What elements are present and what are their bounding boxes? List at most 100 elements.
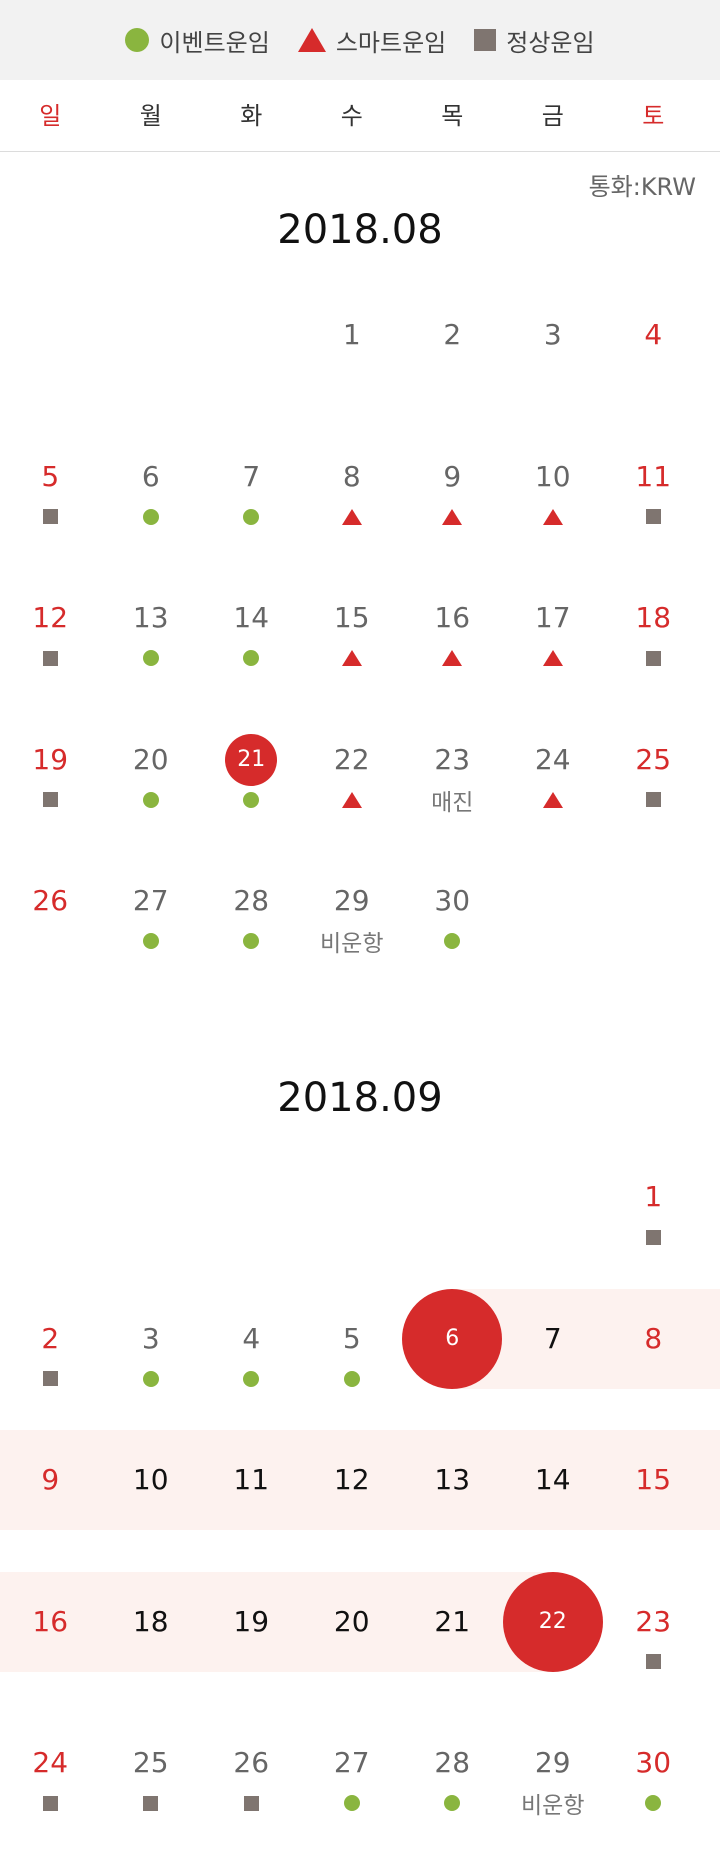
calendar-day[interactable]: 7 <box>503 1319 604 1419</box>
calendar-day[interactable]: 20 <box>302 1602 403 1702</box>
day-fare-indicator <box>302 355 403 395</box>
calendar-day[interactable]: 30 <box>402 881 503 981</box>
day-number: 14 <box>233 601 270 634</box>
event-fare-dot-icon <box>645 1795 662 1811</box>
calendar-day[interactable]: 25 <box>603 740 704 840</box>
calendar-day[interactable]: 24 <box>0 1743 101 1843</box>
calendar-day[interactable]: 17 <box>503 598 604 698</box>
day-number: 18 <box>132 1604 169 1638</box>
calendar-day[interactable]: 3 <box>101 1319 202 1419</box>
calendar-day[interactable]: 1 <box>302 315 403 415</box>
calendar-day[interactable]: 1 <box>603 1177 704 1277</box>
calendar-day[interactable]: 23 <box>603 1602 704 1702</box>
calendar-day[interactable]: 10 <box>503 457 604 557</box>
calendar-day[interactable]: 15 <box>302 598 403 698</box>
calendar-day[interactable]: 18 <box>603 598 704 698</box>
day-number: 4 <box>644 318 663 351</box>
calendar-day[interactable]: 21 <box>402 1602 503 1702</box>
day-number: 30 <box>635 1746 672 1779</box>
day-number: 27 <box>333 1746 370 1779</box>
day-fare-indicator <box>402 355 503 395</box>
event-fare-dot-icon <box>243 508 260 525</box>
calendar-day[interactable]: 12 <box>0 598 101 698</box>
event-fare-dot-icon <box>142 650 159 666</box>
day-fare-indicator <box>503 780 604 820</box>
calendar-day[interactable]: 14 <box>201 598 302 698</box>
calendar-day[interactable]: 14 <box>503 1460 604 1560</box>
day-number: 22 <box>333 742 370 776</box>
day-number: 7 <box>543 1321 562 1355</box>
calendar-day[interactable]: 28 <box>201 881 302 981</box>
day-number: 29 <box>534 1746 571 1779</box>
day-number: 9 <box>41 1463 60 1496</box>
day-fare-indicator <box>0 1783 101 1823</box>
calendar-day[interactable]: 12 <box>302 1460 403 1560</box>
day-fare-indicator <box>201 1642 302 1682</box>
calendar-day[interactable]: 5 <box>302 1319 403 1419</box>
calendar-day[interactable]: 6 <box>402 1288 503 1419</box>
calendar-day[interactable]: 26 <box>201 1743 302 1843</box>
day-fare-indicator <box>603 1359 704 1399</box>
calendar-day[interactable]: 16 <box>0 1602 101 1702</box>
day-fare-indicator <box>101 497 202 537</box>
calendar-day[interactable]: 20 <box>101 740 202 840</box>
calendar-day[interactable]: 24 <box>503 740 604 840</box>
day-number: 9 <box>443 459 462 493</box>
calendar-day[interactable]: 19 <box>0 740 101 840</box>
calendar-day[interactable]: 2 <box>402 315 503 415</box>
normal-fare-square-icon <box>645 650 661 666</box>
calendar-day[interactable]: 29 비운항 <box>302 881 403 981</box>
calendar-day[interactable]: 9 <box>402 457 503 557</box>
calendar-day[interactable]: 11 <box>603 457 704 557</box>
calendar-day[interactable]: 13 <box>402 1460 503 1560</box>
calendar-day[interactable]: 8 <box>302 457 403 557</box>
legend-smart-fare: 스마트운임 <box>297 23 446 58</box>
day-status-label: 비운항 <box>320 931 384 957</box>
calendar-day[interactable]: 26 <box>0 881 101 981</box>
calendar-day[interactable]: 28 <box>402 1743 503 1843</box>
calendar-day[interactable]: 22 <box>502 1571 604 1702</box>
calendar-day[interactable]: 9 <box>0 1460 101 1560</box>
calendar-day[interactable]: 27 <box>302 1743 403 1843</box>
calendar-day[interactable]: 5 <box>0 457 101 557</box>
calendar-day[interactable]: 23 매진 <box>402 740 503 840</box>
calendar-day[interactable]: 25 <box>101 1743 202 1843</box>
calendar-day[interactable]: 22 <box>302 740 403 840</box>
calendar-day[interactable]: 8 <box>603 1319 704 1419</box>
day-number: 2 <box>443 318 462 351</box>
day-fare-indicator <box>201 1783 302 1823</box>
calendar-day[interactable]: 27 <box>101 881 202 981</box>
calendar-day[interactable]: 4 <box>603 315 704 415</box>
day-fare-indicator <box>503 355 604 395</box>
calendar-day[interactable]: 7 <box>201 457 302 557</box>
event-fare-dot-icon <box>343 1795 360 1811</box>
calendar-day[interactable]: 18 <box>101 1602 202 1702</box>
calendar-day[interactable]: 10 <box>101 1460 202 1560</box>
day-number: 26 <box>32 884 69 917</box>
calendar-day[interactable]: 30 <box>603 1743 704 1843</box>
day-number: 2 <box>41 1321 60 1355</box>
day-fare-indicator <box>603 780 704 820</box>
normal-fare-square-icon <box>645 1229 661 1245</box>
calendar-day[interactable]: 3 <box>503 315 604 415</box>
calendar-day[interactable]: 29 비운항 <box>503 1743 604 1843</box>
calendar-day[interactable]: 16 <box>402 598 503 698</box>
smart-fare-triangle-icon <box>341 791 362 808</box>
day-number: 20 <box>132 742 169 776</box>
day-fare-indicator: 비운항 <box>503 1783 604 1823</box>
calendar-day[interactable]: 2 <box>0 1319 101 1419</box>
day-fare-indicator <box>201 780 302 820</box>
day-fare-indicator <box>603 497 704 537</box>
calendar-day[interactable]: 13 <box>101 598 202 698</box>
calendar-day[interactable]: 4 <box>201 1319 302 1419</box>
day-number: 5 <box>41 459 60 493</box>
day-fare-indicator <box>402 921 503 961</box>
day-number: 21 <box>434 1604 471 1638</box>
calendar-day[interactable]: 11 <box>201 1460 302 1560</box>
day-number: 6 <box>141 459 160 493</box>
calendar-day[interactable]: 15 <box>603 1460 704 1560</box>
calendar-day[interactable]: 6 <box>101 457 202 557</box>
day-fare-indicator <box>0 921 101 961</box>
calendar-day[interactable]: 21 <box>201 733 302 840</box>
calendar-day[interactable]: 19 <box>201 1602 302 1702</box>
